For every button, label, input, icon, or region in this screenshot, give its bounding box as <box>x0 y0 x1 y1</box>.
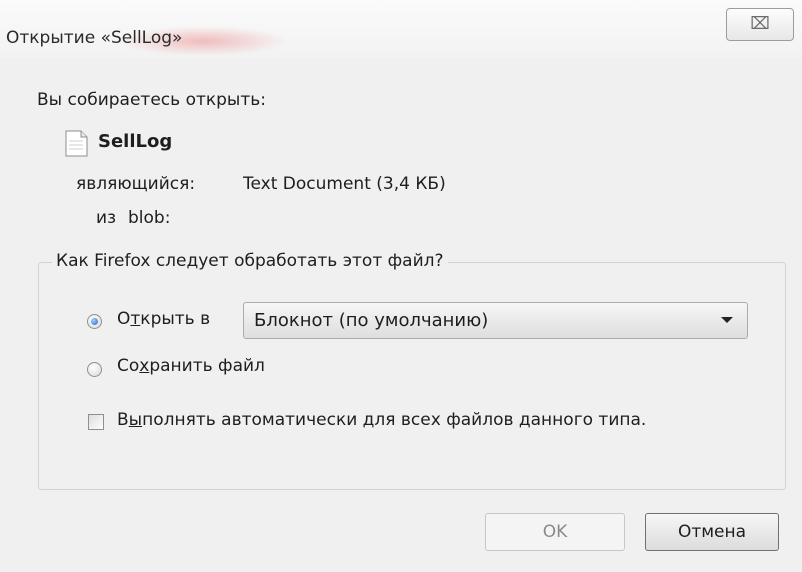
open-with-accesskey: т <box>130 309 141 329</box>
save-file-label-post: ранить файл <box>149 356 265 376</box>
chevron-down-icon[interactable] <box>721 317 733 323</box>
application-select[interactable]: Блокнот (по умолчанию) <box>243 302 748 339</box>
open-with-label-post: крыть в <box>140 309 211 329</box>
radio-selected-dot <box>91 318 98 325</box>
group-legend: Как Firefox следует обработать этот файл… <box>52 251 448 271</box>
auto-action-label[interactable]: Выполнять автоматически для всех файлов … <box>117 410 646 430</box>
close-icon[interactable]: ⌧ <box>750 14 770 34</box>
open-with-radio[interactable] <box>87 314 102 329</box>
file-type-value: Text Document (3,4 КБ) <box>243 174 446 194</box>
open-with-label-pre: О <box>117 309 131 329</box>
open-with-label[interactable]: Открыть в <box>117 309 210 329</box>
save-file-radio[interactable] <box>87 362 102 377</box>
intro-text: Вы собираетесь открыть: <box>37 90 267 110</box>
action-groupbox <box>38 262 786 490</box>
text-document-icon <box>65 130 88 157</box>
save-file-label[interactable]: Сохранить файл <box>117 356 265 376</box>
file-source-value: blob: <box>128 208 171 228</box>
auto-action-checkbox[interactable] <box>88 414 104 430</box>
save-file-accesskey: х <box>139 356 150 376</box>
auto-action-accesskey: ы <box>128 410 143 430</box>
close-button[interactable]: ⌧ <box>726 8 794 41</box>
ok-button[interactable]: OK <box>485 513 625 551</box>
save-file-label-pre: Со <box>117 356 140 376</box>
file-source-label: из <box>96 208 117 228</box>
application-select-value: Блокнот (по умолчанию) <box>254 310 489 331</box>
auto-action-label-pre: В <box>117 410 129 430</box>
auto-action-label-post: полнять автоматически для всех файлов да… <box>142 410 647 430</box>
file-type-label: являющийся: <box>76 174 196 194</box>
cancel-button[interactable]: Отмена <box>645 513 779 551</box>
title-bar: Открытие «SellLog» ⌧ <box>0 0 802 58</box>
dialog-title: Открытие «SellLog» <box>6 28 183 48</box>
file-name: SellLog <box>98 131 173 152</box>
